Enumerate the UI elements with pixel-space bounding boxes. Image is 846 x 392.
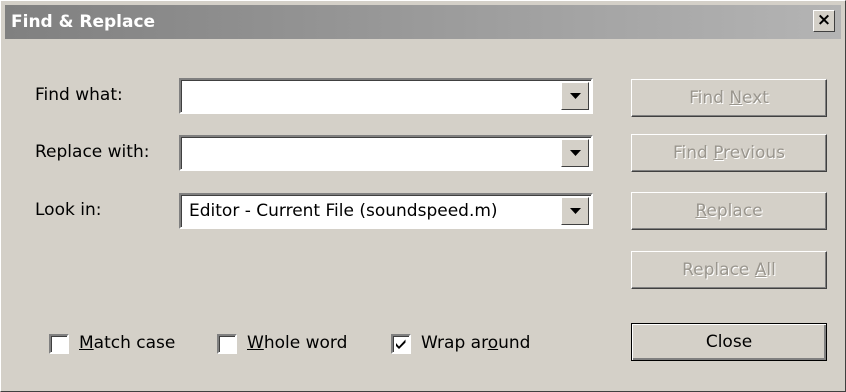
find-next-button[interactable]: Find Next — [631, 79, 827, 117]
close-button[interactable]: Close — [631, 323, 827, 361]
match-case-label[interactable]: Match case — [79, 333, 175, 353]
find-previous-label-post: revious — [723, 143, 786, 163]
match-case-label-post: atch case — [93, 333, 176, 353]
find-what-combobox[interactable] — [179, 78, 593, 114]
checkmark-icon — [396, 339, 406, 349]
find-what-label: Find what: — [35, 85, 123, 105]
whole-word-accesskey: W — [247, 333, 264, 353]
find-what-dropdown-button[interactable] — [561, 82, 589, 110]
triangle-down-icon — [569, 208, 581, 214]
title-bar[interactable]: Find & Replace × — [5, 5, 841, 39]
replace-with-label: Replace with: — [35, 142, 150, 162]
replace-all-label-post: ll — [766, 260, 776, 280]
replace-label-post: eplace — [706, 201, 763, 221]
look-in-select[interactable]: Editor - Current File (soundspeed.m) — [179, 193, 593, 229]
wrap-around-label-post: und — [498, 333, 531, 353]
wrap-around-label-pre: Wrap ar — [421, 333, 488, 353]
find-next-accesskey: N — [729, 88, 743, 108]
match-case-checkbox[interactable] — [49, 334, 69, 354]
whole-word-checkbox[interactable] — [217, 334, 237, 354]
replace-with-dropdown-button[interactable] — [561, 139, 589, 167]
whole-word-label[interactable]: Whole word — [247, 333, 347, 353]
find-previous-label-pre: Find — [672, 143, 714, 163]
replace-button[interactable]: Replace — [631, 192, 827, 230]
triangle-down-icon — [569, 93, 581, 99]
wrap-around-accesskey: o — [487, 333, 499, 353]
replace-accesskey: R — [695, 201, 707, 221]
replace-with-combobox[interactable] — [179, 135, 593, 171]
close-window-button[interactable]: × — [813, 10, 835, 32]
find-replace-dialog: Find & Replace × Find what: Replace with… — [0, 0, 846, 392]
look-in-dropdown-button[interactable] — [561, 197, 589, 225]
find-previous-button[interactable]: Find Previous — [631, 134, 827, 172]
replace-all-accesskey: A — [754, 260, 767, 280]
wrap-around-label[interactable]: Wrap around — [421, 333, 530, 353]
find-next-label-post: ext — [742, 88, 769, 108]
triangle-down-icon — [569, 150, 581, 156]
dialog-title: Find & Replace — [11, 12, 156, 32]
close-icon: × — [816, 10, 832, 30]
whole-word-label-post: hole word — [263, 333, 348, 353]
wrap-around-checkbox[interactable] — [391, 334, 411, 354]
find-previous-accesskey: P — [713, 143, 724, 163]
look-in-label: Look in: — [35, 200, 102, 220]
match-case-accesskey: M — [79, 333, 94, 353]
look-in-value: Editor - Current File (soundspeed.m) — [189, 201, 498, 221]
find-next-label-pre: Find — [689, 88, 730, 108]
replace-all-label-pre: Replace — [682, 260, 755, 280]
replace-all-button[interactable]: Replace All — [631, 251, 827, 289]
